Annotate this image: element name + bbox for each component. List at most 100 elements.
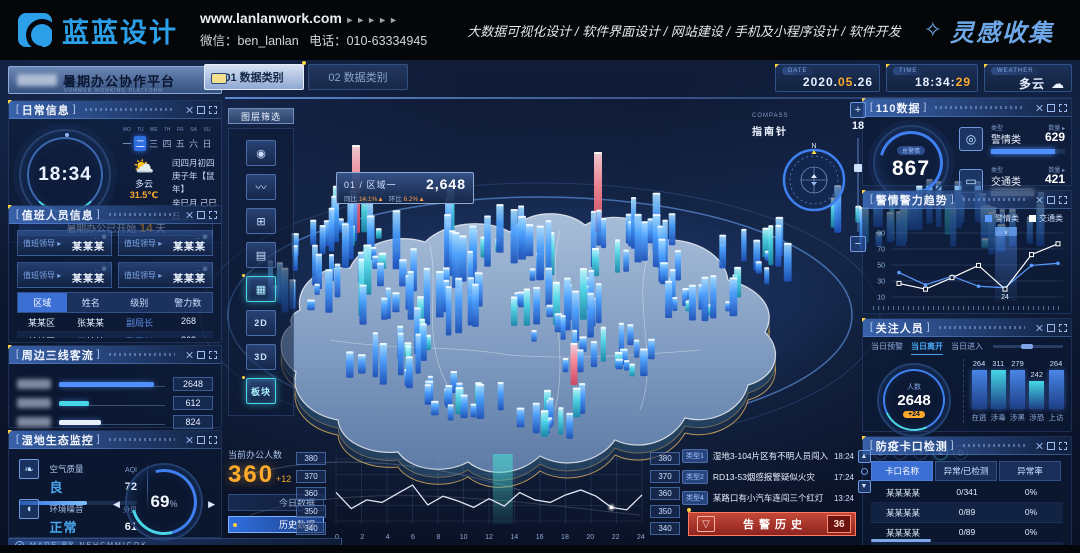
checkpoint-col-header: 异常/已检测 (935, 461, 997, 481)
close-icon[interactable] (185, 211, 193, 219)
window-icon[interactable] (1047, 104, 1055, 112)
focus-count-circle: 人数 2648 +24 (877, 363, 951, 437)
layer-button-板块[interactable]: 板块 (246, 378, 276, 404)
x-tick: 6 (406, 534, 420, 541)
scroll-dot[interactable] (861, 468, 868, 475)
alert-item[interactable]: 类型1 湿地3-104片区有不明人员闯入 18:24 (682, 448, 854, 464)
checkpoint-scrollbar[interactable] (871, 539, 931, 542)
fullscreen-icon[interactable] (209, 351, 217, 359)
zoom-in-button[interactable]: + (850, 102, 866, 118)
focus-tab[interactable]: 当日预警 (871, 341, 903, 355)
alert-item[interactable]: 类型4 某路口有小汽车连闯三个红灯 13:24 (682, 490, 854, 506)
table-row[interactable]: 某某区张某某副局长268 (17, 313, 213, 332)
focus-tab[interactable]: 当日进入 (951, 341, 983, 355)
compass: COMPASS 指南针 N (752, 104, 862, 200)
close-icon[interactable] (185, 436, 193, 444)
window-icon[interactable] (197, 106, 205, 114)
week-calendar: MO一TU二WE三TH四FR五SA六SU日 (121, 127, 213, 151)
zoom-out-button[interactable]: − (850, 236, 866, 252)
logo-icon (18, 13, 52, 47)
censored-line-label (17, 379, 51, 389)
svg-text:70: 70 (877, 247, 885, 254)
alert-item[interactable]: 类型2 RD13-53烟感报警疑似火灾 17:24 (682, 469, 854, 485)
warning-triangle-icon: ▽ (697, 516, 715, 532)
legend-item: 警情类 (985, 213, 1019, 224)
office-count-delta: +12 (276, 474, 291, 484)
panel-passenger-flow: [周边三线客流] 2648 612 824 (8, 345, 222, 428)
fullscreen-icon[interactable] (1059, 196, 1067, 204)
table-row[interactable]: 某某区王某某副局长268 (17, 332, 213, 338)
close-icon[interactable] (1035, 442, 1043, 450)
fullscreen-icon[interactable] (209, 436, 217, 444)
svg-text:10: 10 (877, 295, 885, 302)
svg-text:90: 90 (877, 231, 885, 238)
trend-line-chart: 9070503010∨24 (867, 223, 1067, 309)
list-icon: ▤ (256, 249, 266, 262)
close-icon[interactable] (185, 106, 193, 114)
week-day: TH四 (161, 127, 173, 151)
fullscreen-icon[interactable] (1059, 104, 1067, 112)
tab-data-category-2[interactable]: 02 数据类别 (308, 64, 408, 90)
eco-gauge: ◀▶ 69% (125, 463, 203, 541)
window-icon[interactable] (1047, 324, 1055, 332)
censored-line-label (17, 417, 51, 427)
tab-data-category-1[interactable]: 01 数据类别 (204, 64, 304, 90)
layer-button[interactable]: 〰 (246, 174, 276, 200)
zoom-slider[interactable] (857, 138, 859, 232)
x-tick: 12 (482, 534, 496, 541)
y-tick-box: 350 (296, 505, 326, 518)
duty-leader-card: 值班领导 ▸‥ ⊗某某某 (118, 230, 213, 256)
close-icon[interactable] (1035, 324, 1043, 332)
office-y-axis-right: 380370360350340 (650, 452, 680, 540)
fullscreen-icon[interactable] (209, 106, 217, 114)
focus-bar: 264 在逃 (970, 359, 988, 423)
svg-text:50: 50 (877, 263, 885, 270)
arrows-decoration: ►►►►► (345, 15, 400, 25)
duty-leader-card: 值班领导 ▸‥ ⊗某某某 (17, 230, 112, 256)
x-tick: 2 (355, 534, 369, 541)
layer-button-2D[interactable]: 2D (246, 310, 276, 336)
fullscreen-icon[interactable] (1059, 442, 1067, 450)
layer-button-3D[interactable]: 3D (246, 344, 276, 370)
flow-bar-row: 2648 (17, 376, 213, 392)
office-x-axis: 024681012141618202224 (330, 534, 648, 541)
layer-button[interactable]: ▦ (246, 276, 276, 302)
alarm-history-button[interactable]: ▽ 告警历史 36 (688, 512, 856, 536)
layer-button[interactable]: ⊞ (246, 208, 276, 234)
panel-eco-monitor: [湿地生态监控] ❧ 空气质量良 AQI72 ◖ 环境噪音正常 分贝61 ◀▶ … (8, 430, 222, 538)
scroll-down-icon[interactable]: ▼ (858, 480, 871, 493)
window-icon[interactable] (197, 211, 205, 219)
website-link[interactable]: www.lanlanwork.com (200, 10, 342, 26)
close-icon[interactable] (1035, 196, 1043, 204)
checkpoint-table: 某某某某0/3410%某某某某0/890%某某某某0/890%某某某某2/156… (871, 483, 1063, 553)
legend-item: 交通类 (1029, 213, 1063, 224)
mini-slider[interactable] (993, 345, 1063, 348)
window-icon[interactable] (197, 436, 205, 444)
table-row[interactable]: 某某某某0/3410% (871, 483, 1063, 503)
window-icon[interactable] (197, 351, 205, 359)
site-header: 蓝蓝设计 www.lanlanwork.com ►►►►► 微信：ben_lan… (0, 0, 1080, 60)
close-icon[interactable] (1035, 104, 1043, 112)
badge-icon: ◎ (959, 127, 983, 151)
collect-button[interactable]: ✧ 灵感收集 (924, 13, 1054, 48)
x-tick: 14 (507, 534, 521, 541)
x-tick: 22 (609, 534, 623, 541)
scroll-up-icon[interactable]: ▲ (858, 450, 871, 463)
bar-chart-icon: ▦ (256, 283, 266, 296)
layer-button[interactable]: ◉ (246, 140, 276, 166)
map-zoom-control: + 18 − (848, 102, 868, 252)
y-tick-box: 350 (650, 505, 680, 518)
checkpoint-col-header[interactable]: 卡口名称 (871, 461, 933, 481)
weather-widget: WEATHER 多云☁ (984, 64, 1072, 92)
close-icon[interactable] (185, 351, 193, 359)
focus-tab[interactable]: 当日离开 (911, 341, 943, 355)
fullscreen-icon[interactable] (1059, 324, 1067, 332)
table-row[interactable]: 某某某某0/890% (871, 503, 1063, 523)
platform-subtitle: SUMMER WORKING PLATFORM (64, 88, 163, 94)
window-icon[interactable] (1047, 196, 1055, 204)
layer-button[interactable]: ▤ (246, 242, 276, 268)
x-tick: 8 (431, 534, 445, 541)
window-icon[interactable] (1047, 442, 1055, 450)
fullscreen-icon[interactable] (209, 211, 217, 219)
panel-focus-people: [关注人员] 当日预警当日离开当日进入 人数 2648 +24 ◉⚲✳♟◍ 26… (862, 318, 1072, 432)
